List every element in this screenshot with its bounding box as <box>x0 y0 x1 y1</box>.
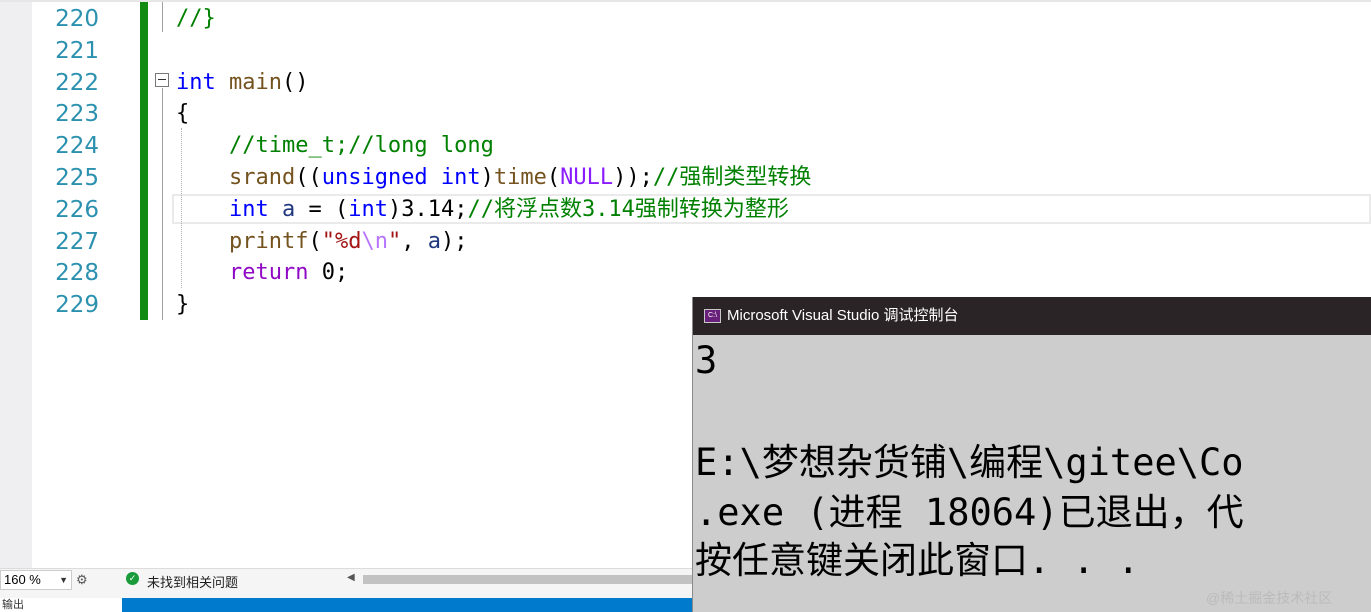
line-number: 221 <box>55 37 99 64</box>
code-text: //} <box>176 3 216 35</box>
code-token: )); <box>613 165 653 190</box>
code-token: printf <box>228 228 309 254</box>
code-token: ( <box>546 165 561 190</box>
code-token: } <box>176 292 190 318</box>
code-health-icon[interactable]: ⚙ <box>76 572 88 588</box>
editor-top-border <box>0 0 1371 2</box>
code-line[interactable]: 224 //time_t;//long long <box>0 130 1339 162</box>
code-line[interactable]: 220 //} <box>0 3 1339 35</box>
code-token: NULL <box>560 165 614 190</box>
line-number: 225 <box>55 165 99 191</box>
console-title: Microsoft Visual Studio 调试控制台 <box>727 307 959 324</box>
console-app-icon: C:\ <box>704 309 721 323</box>
code-token: a <box>281 196 296 222</box>
code-text: { <box>176 98 189 130</box>
console-output: 3 E:\梦想杂货铺\编程\gitee\Co .exe (进程 18064)已退… <box>693 335 1371 612</box>
code-token: //将浮点数3.14强制转换为整形 <box>467 196 789 222</box>
code-line[interactable]: 225 srand((unsigned int)time(NULL));//强制… <box>0 162 1339 194</box>
console-line: E:\梦想杂货铺\编程\gitee\Co <box>695 441 1244 484</box>
code-text: int a = (int)3.14;//将浮点数3.14强制转换为整形 <box>176 194 789 226</box>
code-token: ( <box>308 228 322 254</box>
tab-output[interactable]: 输出 <box>0 598 122 612</box>
watermark: @稀土掘金技术社区 <box>1206 590 1333 606</box>
zoom-value: 160 % <box>4 572 41 587</box>
line-number: 227 <box>55 228 99 255</box>
console-title-bar[interactable]: C:\ Microsoft Visual Studio 调试控制台 <box>693 297 1371 335</box>
line-number: 224 <box>55 133 99 160</box>
code-text: printf("%d\n", a); <box>176 226 467 258</box>
code-token: \n <box>361 228 388 254</box>
console-line: 3 <box>695 339 718 382</box>
code-token: = ( <box>295 196 349 222</box>
code-line[interactable]: 228 return 0; <box>0 257 1339 289</box>
line-number: 222 <box>55 69 99 96</box>
chevron-down-icon: ▼ <box>59 575 68 585</box>
code-text: } <box>176 289 189 321</box>
code-token: time <box>493 165 547 190</box>
code-token: int <box>228 196 269 222</box>
console-line: 按任意键关闭此窗口. . . <box>695 539 1140 582</box>
code-token: 0; <box>308 260 349 286</box>
code-token: ) <box>480 165 494 190</box>
scroll-left-icon[interactable]: ◀ <box>347 572 355 583</box>
code-token: " <box>387 228 402 254</box>
code-token: unsigned int <box>321 165 481 190</box>
code-token: "%d <box>321 228 362 254</box>
code-token: { <box>176 101 190 127</box>
code-token: return <box>228 260 309 286</box>
check-circle-icon: ✓ <box>126 572 139 585</box>
issues-status[interactable]: 未找到相关问题 <box>147 572 238 591</box>
code-token: //强制类型转换 <box>652 165 812 190</box>
code-token: //} <box>176 6 216 31</box>
console-line: .exe (进程 18064)已退出，代 <box>695 491 1244 534</box>
code-token: //time_t;//long long <box>228 133 494 159</box>
zoom-select[interactable]: 160 % ▼ <box>0 570 72 590</box>
horizontal-scrollbar[interactable] <box>363 575 693 584</box>
code-line[interactable]: 226 int a = (int)3.14;//将浮点数3.14强制转换为整形 <box>0 194 1339 226</box>
code-token: int <box>176 69 216 95</box>
line-number: 228 <box>55 260 99 287</box>
code-token: srand <box>228 165 296 190</box>
code-token: main <box>229 69 282 95</box>
code-token: (( <box>295 165 322 190</box>
code-text: int main() <box>176 67 308 99</box>
code-line[interactable]: 223 { <box>0 98 1339 130</box>
code-line[interactable]: 227 printf("%d\n", a); <box>0 226 1339 258</box>
line-number: 220 <box>55 6 99 32</box>
code-token: () <box>281 69 309 95</box>
debug-console-window[interactable]: C:\ Microsoft Visual Studio 调试控制台 3 E:\梦… <box>692 297 1371 612</box>
code-token: ); <box>440 228 468 254</box>
code-token: , <box>401 228 428 254</box>
line-number: 229 <box>55 292 99 319</box>
code-token: )3.14; <box>387 196 468 222</box>
code-text: //time_t;//long long <box>176 130 494 162</box>
code-token: a <box>427 228 441 254</box>
code-line[interactable]: 222 int main() <box>0 67 1339 99</box>
line-number: 223 <box>55 101 99 128</box>
line-number: 226 <box>55 196 99 223</box>
code-text: srand((unsigned int)time(NULL));//强制类型转换 <box>176 162 811 194</box>
code-text: return 0; <box>176 257 348 289</box>
code-token: int <box>348 196 388 222</box>
code-line[interactable]: 221 <box>0 35 1339 67</box>
